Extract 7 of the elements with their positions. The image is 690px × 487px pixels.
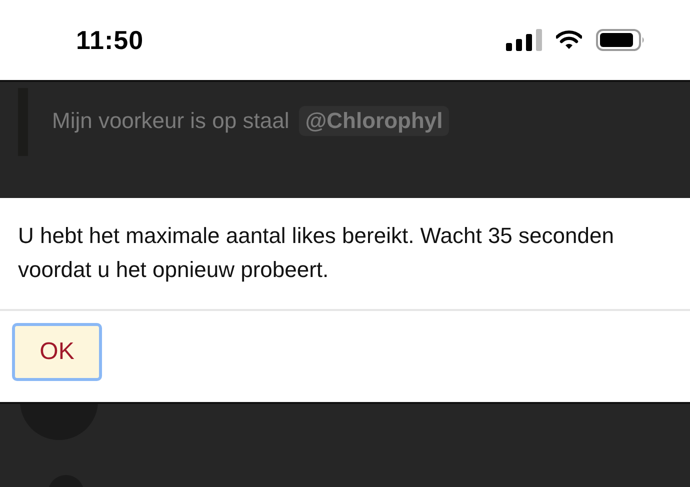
wifi-icon <box>556 30 582 50</box>
battery-icon <box>596 29 646 51</box>
signal-icon <box>506 29 542 51</box>
alert-message: U hebt het maximale aantal likes bereikt. Wacht 35 seconden voordat u het opnieuw probeert. <box>17 222 615 284</box>
ok-button[interactable]: OK <box>12 323 102 381</box>
quote-text: Mijn voorkeur is op staal <box>52 108 290 134</box>
status-time: 11:50 <box>76 24 145 56</box>
